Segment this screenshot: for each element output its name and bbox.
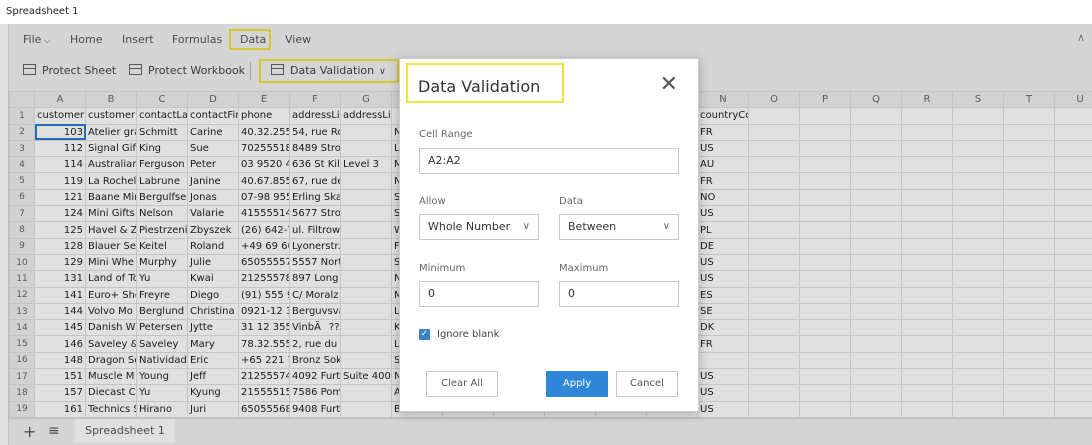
ignore-blank-checkbox[interactable]: ✓ (419, 329, 430, 340)
allow-select[interactable]: Whole Number ∨ (419, 214, 539, 240)
allow-label: Allow (419, 196, 446, 207)
data-select[interactable]: Between ∨ (559, 214, 679, 240)
close-icon[interactable]: ✕ (660, 74, 678, 96)
window-title: Spreadsheet 1 (0, 0, 1092, 24)
chevron-down-icon: ∨ (522, 221, 530, 232)
dialog-title-highlight (406, 63, 564, 103)
chevron-down-icon: ∨ (662, 221, 670, 232)
cancel-button[interactable]: Cancel (616, 371, 678, 397)
cell-range-label: Cell Range (419, 129, 473, 140)
maximum-label: Maximum (559, 263, 609, 274)
apply-button[interactable]: Apply (546, 371, 608, 397)
data-validation-dialog: Data Validation ✕ Cell Range A2:A2 Allow… (399, 58, 699, 412)
maximum-input[interactable]: 0 (559, 281, 679, 307)
minimum-label: Minimum (419, 263, 466, 274)
ignore-blank-label: Ignore blank (437, 329, 500, 340)
minimum-input[interactable]: 0 (419, 281, 539, 307)
data-value: Between (568, 220, 617, 233)
data-label: Data (559, 196, 583, 207)
cell-range-input[interactable]: A2:A2 (419, 148, 679, 174)
allow-value: Whole Number (428, 220, 511, 233)
clear-all-button[interactable]: Clear All (426, 371, 498, 397)
